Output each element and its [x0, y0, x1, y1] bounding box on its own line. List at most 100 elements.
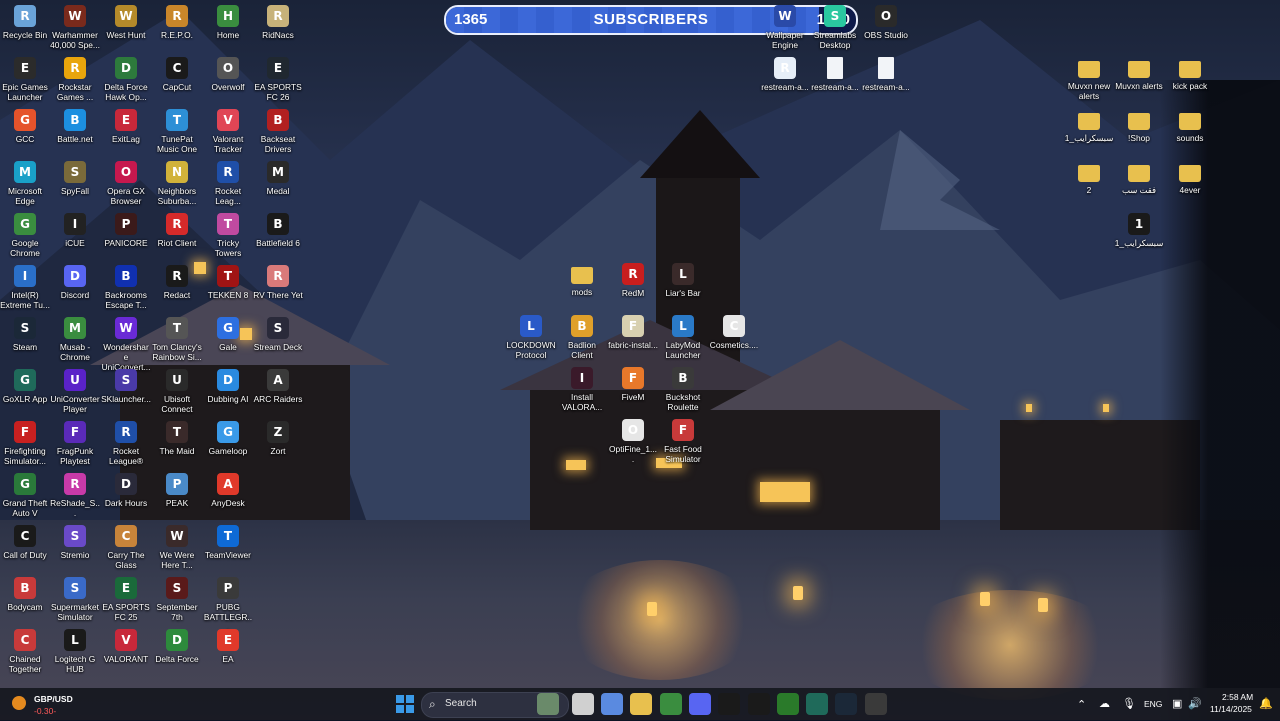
desktop-icon-dubbing-ai[interactable]: D Dubbing AI	[203, 369, 253, 404]
desktop-icon-chained-together[interactable]: C Chained Together	[0, 629, 50, 674]
desktop-icon-ea-fc25[interactable]: E EA SPORTS FC 25	[101, 577, 151, 622]
desktop-icon-folder[interactable]: 2	[1064, 161, 1114, 195]
desktop-icon-restream-file[interactable]: restream-a...	[861, 57, 911, 92]
desktop-icon-exitlag[interactable]: E ExitLag	[101, 109, 151, 144]
desktop-icon-carry-glass[interactable]: C Carry The Glass	[101, 525, 151, 570]
desktop-icon-uniconverter[interactable]: W Wondershare UniConvert...	[101, 317, 151, 372]
taskbar-nvidia[interactable]	[777, 693, 799, 715]
taskbar-obs[interactable]	[865, 693, 887, 715]
desktop-icon-delta-force-2[interactable]: D Delta Force	[152, 629, 202, 664]
desktop-icon-cosmetics[interactable]: C Cosmetics....	[709, 315, 759, 350]
desktop-icon-medal[interactable]: M Medal	[253, 161, 303, 196]
desktop-icon-gameloop[interactable]: G Gameloop	[203, 421, 253, 456]
desktop-icon-steam[interactable]: S Steam	[0, 317, 50, 352]
desktop-icon-restream-file[interactable]: restream-a...	[810, 57, 860, 92]
desktop-icon-the-maid[interactable]: T The Maid	[152, 421, 202, 456]
onedrive-icon[interactable]: ☁	[1099, 697, 1110, 710]
desktop-icon-icue[interactable]: IiCUE	[50, 213, 100, 248]
desktop-icon-folder[interactable]: mods	[557, 263, 607, 297]
taskbar-netflix[interactable]	[718, 693, 740, 715]
desktop-icon-sklauncher[interactable]: S SKlauncher...	[101, 369, 151, 404]
desktop-icon-backrooms[interactable]: B Backrooms Escape T...	[101, 265, 151, 310]
desktop-icon-gta-v[interactable]: G Grand Theft Auto V	[0, 473, 50, 518]
clock-time[interactable]: 2:58 AM	[1222, 692, 1253, 702]
taskbar-goxlr[interactable]	[806, 693, 828, 715]
desktop-icon-rocket-league-2[interactable]: R Rocket League®	[101, 421, 151, 466]
desktop-icon-uniconverter-player[interactable]: U UniConverter Player	[50, 369, 100, 414]
desktop-icon-capcut[interactable]: C CapCut	[152, 57, 202, 92]
desktop-icon-fast-food[interactable]: F Fast Food Simulator	[658, 419, 708, 464]
desktop-icon-september-7th[interactable]: S September 7th	[152, 577, 202, 622]
desktop-icon-firefighting[interactable]: F Firefighting Simulator...	[0, 421, 50, 466]
desktop-icon-folder[interactable]: !Shop	[1114, 109, 1164, 143]
desktop-icon-gcc[interactable]: G GCC	[0, 109, 50, 144]
microphone-icon[interactable]: 🎙	[1122, 697, 1136, 710]
desktop-icon-chrome[interactable]: G Google Chrome	[0, 213, 50, 258]
taskbar-search-highlight[interactable]	[537, 693, 559, 715]
desktop-icon-tunepat[interactable]: T TunePat Music One	[152, 109, 202, 154]
desktop-icon-valorant-tracker[interactable]: V Valorant Tracker	[203, 109, 253, 154]
taskbar-chrome[interactable]	[660, 693, 682, 715]
desktop-icon-folder[interactable]: kick pack	[1165, 57, 1215, 91]
desktop-icon-rainbow-six[interactable]: T Tom Clancy's Rainbow Si...	[152, 317, 202, 362]
desktop-icon-redm[interactable]: R RedM	[608, 263, 658, 298]
desktop-icon-pubg[interactable]: P PUBG BATTLEGR...	[203, 577, 253, 632]
desktop-icon-badlion[interactable]: B Badlion Client	[557, 315, 607, 360]
clock-date[interactable]: 11/14/2025	[1210, 704, 1252, 714]
desktop-icon-peak[interactable]: P PEAK	[152, 473, 202, 508]
desktop-icon-backseat-drivers[interactable]: B Backseat Drivers	[253, 109, 303, 154]
desktop-icon-supermarket[interactable]: S Supermarket Simulator	[50, 577, 100, 622]
desktop-icon-overwolf[interactable]: O Overwolf	[203, 57, 253, 92]
desktop-icon-delta-force[interactable]: D Delta Force Hawk Op...	[101, 57, 151, 102]
start-button[interactable]	[394, 693, 416, 715]
desktop-icon-folder[interactable]: فقت سب	[1114, 161, 1164, 195]
desktop-icon-liars-bar[interactable]: L Liar's Bar	[658, 263, 708, 298]
desktop-icon-stream-deck[interactable]: S Stream Deck	[253, 317, 303, 352]
desktop-icon-riot-client[interactable]: R Riot Client	[152, 213, 202, 248]
language-indicator[interactable]: ENG	[1144, 699, 1162, 709]
desktop-icon-discord[interactable]: D Discord	[50, 265, 100, 300]
desktop-icon-rockstar[interactable]: R Rockstar Games ...	[50, 57, 100, 102]
taskbar-file-explorer[interactable]	[630, 693, 652, 715]
desktop-icon-call-of-duty[interactable]: C Call of Duty	[0, 525, 50, 560]
desktop-icon-ubisoft[interactable]: U Ubisoft Connect	[152, 369, 202, 414]
desktop-icon-battlenet[interactable]: B Battle.net	[50, 109, 100, 144]
desktop-icon-logitech-ghub[interactable]: L Logitech G HUB	[50, 629, 100, 674]
desktop-icon-folder[interactable]: sounds	[1165, 109, 1215, 143]
desktop-icon-lockdown[interactable]: L LOCKDOWN Protocol	[506, 315, 556, 360]
desktop-icon-buckshot[interactable]: B Buckshot Roulette	[658, 367, 708, 412]
taskbar-discord[interactable]	[689, 693, 711, 715]
desktop-icon-goxlr[interactable]: G GoXLR App	[0, 369, 50, 404]
desktop-icon-zort[interactable]: Z Zort	[253, 421, 303, 456]
desktop-icon-video-file[interactable]: 1 سبسكرايب_1	[1114, 213, 1164, 248]
volume-icon[interactable]: 🔊	[1188, 697, 1202, 710]
desktop-icon-warhammer[interactable]: W Warhammer 40,000 Spe...	[50, 5, 100, 50]
desktop-icon-rv-there-yet[interactable]: R RV There Yet	[253, 265, 303, 300]
desktop-icon-folder[interactable]: سبسكرايب_1	[1064, 109, 1114, 143]
taskbar-task-view[interactable]	[572, 693, 594, 715]
desktop-icon-west-hunt[interactable]: W West Hunt	[101, 5, 151, 40]
desktop-icon-obs[interactable]: O OBS Studio	[861, 5, 911, 40]
desktop-icon-stremio[interactable]: S Stremio	[50, 525, 100, 560]
taskbar-sync-app[interactable]	[748, 693, 770, 715]
desktop-icon-folder[interactable]: 4ever	[1165, 161, 1215, 195]
desktop-icon-spyfall[interactable]: S SpyFall	[50, 161, 100, 196]
desktop-icon-bodycam[interactable]: B Bodycam	[0, 577, 50, 612]
notification-bell-icon[interactable]: 🔔	[1259, 697, 1273, 710]
desktop-icon-chrome-profile[interactable]: M Musab - Chrome	[50, 317, 100, 362]
desktop-icon-fabric-installer[interactable]: Ffabric-instal...	[608, 315, 658, 350]
widgets-button[interactable]: GBP/USD -0.30-	[8, 692, 78, 718]
desktop-icon-optifine[interactable]: O OptiFine_1....	[608, 419, 658, 464]
desktop-icon-ridnacs[interactable]: R RidNacs	[253, 5, 303, 40]
desktop-icon-panicore[interactable]: P PANICORE	[101, 213, 151, 248]
desktop-icon-arc-raiders[interactable]: A ARC Raiders	[253, 369, 303, 404]
desktop-icon-chrome-home[interactable]: H Home	[203, 5, 253, 40]
desktop-icon-redact[interactable]: R Redact	[152, 265, 202, 300]
desktop-icon-opera-gx[interactable]: O Opera GX Browser	[101, 161, 151, 206]
desktop-icon-folder[interactable]: Muvxn alerts	[1114, 57, 1164, 91]
desktop-icon-valorant[interactable]: V VALORANT	[101, 629, 151, 664]
taskbar-steam[interactable]	[835, 693, 857, 715]
network-icon[interactable]: ▣	[1172, 697, 1182, 710]
show-hidden-icons-chevron-icon[interactable]: ⌃	[1077, 698, 1086, 711]
desktop-icon-neighbors[interactable]: N Neighbors Suburba...	[152, 161, 202, 206]
